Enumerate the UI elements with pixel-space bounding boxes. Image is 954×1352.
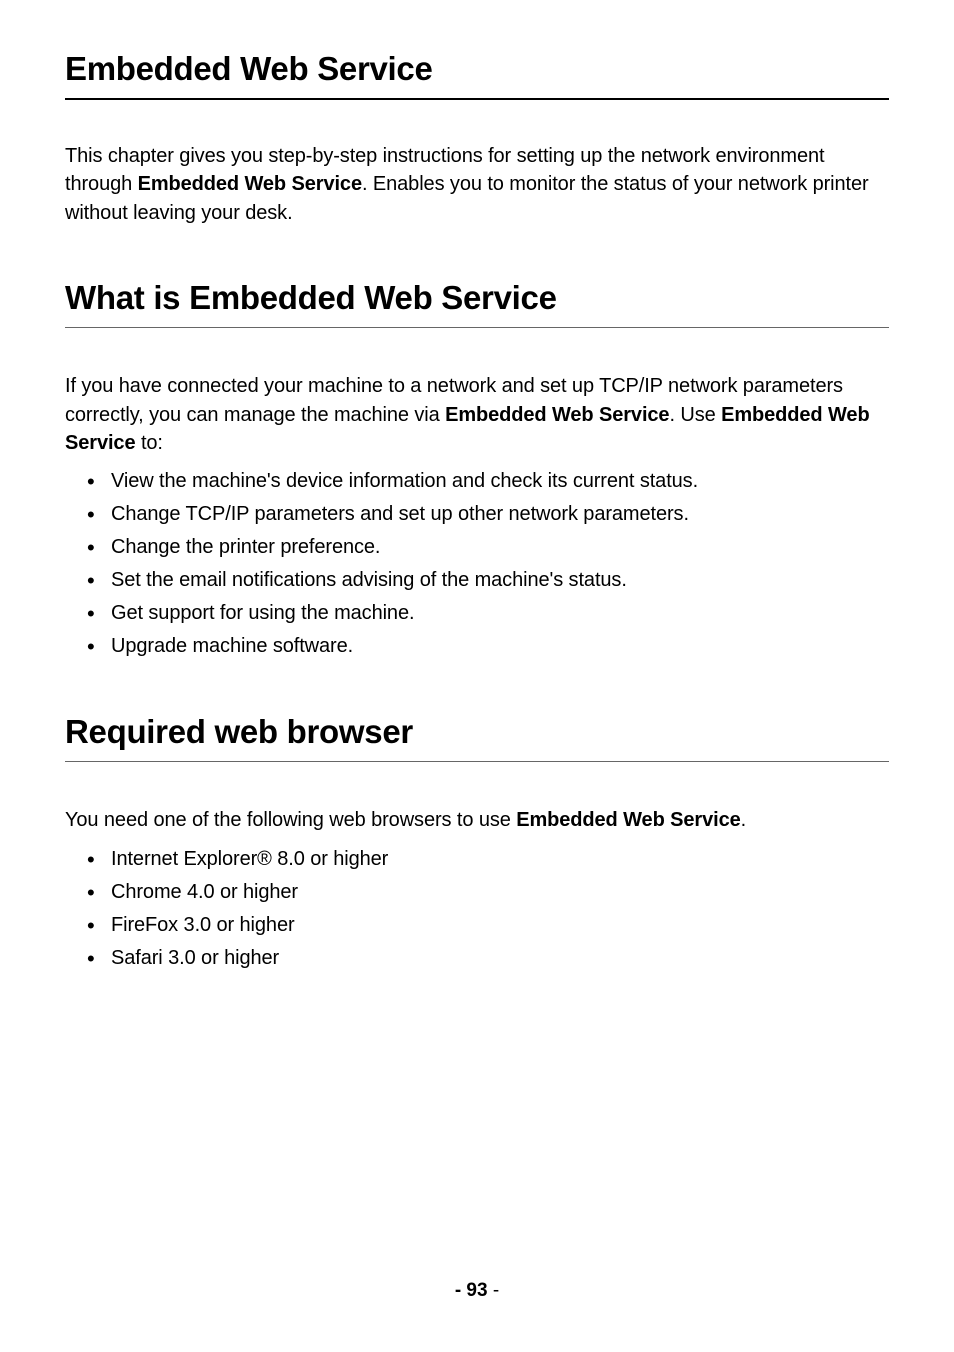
list-item: Get support for using the machine. [87, 599, 889, 628]
page-title: Embedded Web Service [65, 50, 889, 100]
list-item: Chrome 4.0 or higher [87, 878, 889, 907]
list-item: Change the printer preference. [87, 533, 889, 562]
s2-b1: Embedded Web Service [516, 809, 740, 831]
section-heading-required-browser: Required web browser [65, 713, 889, 762]
list-item: FireFox 3.0 or higher [87, 911, 889, 940]
section2-paragraph: You need one of the following web browse… [65, 806, 889, 834]
page-number-dash-right: - [488, 1280, 500, 1301]
section-heading-what-is: What is Embedded Web Service [65, 279, 889, 328]
s2-t2: . [741, 809, 746, 831]
s1-t3: to: [135, 432, 162, 454]
list-item: Safari 3.0 or higher [87, 944, 889, 973]
page-number: - 93 - [0, 1280, 954, 1302]
s2-t1: You need one of the following web browse… [65, 809, 516, 831]
s1-b1: Embedded Web Service [445, 404, 669, 426]
list-item: Upgrade machine software. [87, 632, 889, 661]
intro-text-bold: Embedded Web Service [138, 173, 362, 195]
list-item: View the machine's device information an… [87, 467, 889, 496]
document-page: Embedded Web Service This chapter gives … [0, 0, 954, 1352]
page-number-dash-left: - [455, 1280, 467, 1301]
section2-list: Internet Explorer® 8.0 or higher Chrome … [65, 845, 889, 973]
section1-list: View the machine's device information an… [65, 467, 889, 661]
intro-paragraph: This chapter gives you step-by-step inst… [65, 142, 889, 227]
section1-paragraph: If you have connected your machine to a … [65, 372, 889, 457]
list-item: Internet Explorer® 8.0 or higher [87, 845, 889, 874]
s1-t2: . Use [669, 404, 721, 426]
list-item: Change TCP/IP parameters and set up othe… [87, 500, 889, 529]
list-item: Set the email notifications advising of … [87, 566, 889, 595]
page-number-value: 93 [466, 1280, 487, 1301]
